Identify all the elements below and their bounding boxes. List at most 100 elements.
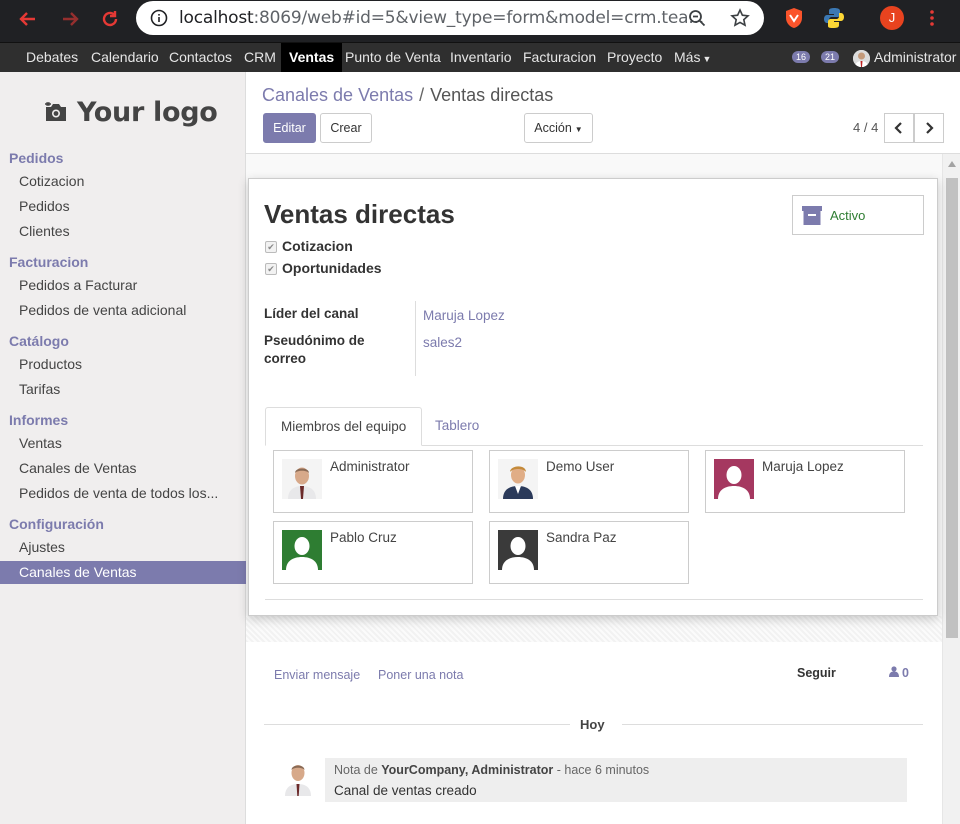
followers-count: 0 — [902, 666, 909, 680]
sidebar-item-canales-de-ventas[interactable]: Canales de Ventas — [0, 561, 246, 584]
member-name: Maruja Lopez — [762, 459, 844, 474]
breadcrumb: Canales de Ventas / Ventas directas — [262, 85, 553, 106]
control-panel: Canales de Ventas / Ventas directas Editar… — [246, 72, 960, 154]
sidebar-item-tarifas[interactable]: Tarifas — [0, 378, 246, 401]
alias-label-line1: Pseudónimo de — [264, 333, 365, 348]
tab-tablero[interactable]: Tablero — [420, 407, 494, 446]
caret-down-icon: ▼ — [574, 125, 583, 134]
menu-facturacion[interactable]: Facturacion — [515, 43, 604, 72]
follow-button[interactable]: Seguir — [797, 666, 836, 680]
avatar — [498, 459, 538, 499]
vertical-scrollbar[interactable] — [942, 154, 960, 824]
scrollbar-thumb[interactable] — [946, 178, 958, 638]
edit-button[interactable]: Editar — [263, 113, 316, 143]
sidebar-item-ventas[interactable]: Ventas — [0, 432, 246, 455]
oportunidades-checkbox[interactable]: ✔ — [265, 263, 277, 275]
profile-initial: J — [880, 6, 904, 30]
sidebar: Your logo Pedidos Cotizacion Pedidos Cli… — [0, 72, 246, 824]
avatar — [498, 530, 538, 570]
member-name: Sandra Paz — [546, 530, 617, 545]
avatar — [282, 459, 322, 499]
back-arrow-icon[interactable] — [15, 6, 41, 32]
message-author-avatar[interactable] — [282, 758, 314, 796]
chevron-right-icon — [926, 122, 934, 134]
menu-mas-label: Más — [674, 49, 701, 65]
company-logo[interactable]: Your logo — [44, 94, 218, 130]
pager-value[interactable]: 4 / 4 — [853, 120, 878, 135]
menu-contactos[interactable]: Contactos — [161, 43, 240, 72]
zoom-icon[interactable] — [688, 9, 706, 27]
python-extension-icon[interactable] — [822, 6, 846, 30]
member-card[interactable]: Demo User — [489, 450, 689, 513]
user-menu[interactable]: Administrator — [874, 43, 956, 72]
leader-value[interactable]: Maruja Lopez — [423, 308, 505, 323]
brave-shield-icon[interactable] — [782, 6, 806, 30]
message-body: Canal de ventas creado — [334, 783, 477, 798]
member-card[interactable]: Maruja Lopez — [705, 450, 905, 513]
sidebar-item-pedidos-todos[interactable]: Pedidos de venta de todos los... — [0, 482, 246, 505]
tab-miembros-del-equipo[interactable]: Miembros del equipo — [265, 407, 423, 446]
sidebar-item-ajustes[interactable]: Ajustes — [0, 536, 246, 559]
member-card[interactable]: Pablo Cruz — [273, 521, 473, 584]
app-top-menu: Debates Calendario Contactos CRM Ventas … — [0, 42, 960, 72]
section-informes: Informes — [9, 412, 69, 428]
address-bar[interactable]: localhost:8069/web#id=5&view_type=form&m… — [136, 1, 764, 35]
cotizacion-checkbox[interactable]: ✔ — [265, 241, 277, 253]
profile-avatar[interactable]: J — [880, 6, 904, 30]
breadcrumb-current: Ventas directas — [430, 85, 554, 105]
section-catalogo: Catálogo — [9, 333, 69, 349]
user-avatar[interactable] — [853, 50, 870, 67]
menu-proyecto[interactable]: Proyecto — [599, 43, 670, 72]
message-prefix: Nota de — [334, 763, 378, 777]
pager-next-button[interactable] — [914, 113, 944, 143]
menu-punto-de-venta[interactable]: Punto de Venta — [337, 43, 449, 72]
chatter: Enviar mensaje Poner una nota Seguir 0 H… — [246, 642, 942, 824]
sidebar-item-pedidos[interactable]: Pedidos — [0, 195, 246, 218]
more-vert-icon[interactable] — [920, 6, 944, 30]
messages-badge[interactable]: 16 — [792, 51, 810, 63]
menu-crm[interactable]: CRM — [236, 43, 284, 72]
sidebar-item-productos[interactable]: Productos — [0, 353, 246, 376]
scroll-up-icon[interactable] — [948, 161, 956, 167]
menu-ventas[interactable]: Ventas — [281, 43, 343, 72]
log-note-button[interactable]: Poner una nota — [378, 668, 464, 682]
tab-content-divider — [265, 599, 923, 600]
caret-down-icon: ▼ — [702, 54, 712, 64]
breadcrumb-parent[interactable]: Canales de Ventas — [262, 85, 413, 105]
chat-badge[interactable]: 21 — [821, 51, 839, 63]
bookmark-star-icon[interactable] — [730, 8, 750, 28]
user-icon — [889, 666, 899, 677]
alias-value[interactable]: sales2 — [423, 335, 462, 350]
browser-toolbar: localhost:8069/web#id=5&view_type=form&m… — [0, 0, 960, 42]
menu-inventario[interactable]: Inventario — [442, 43, 519, 72]
avatar — [714, 459, 754, 499]
followers-button[interactable]: 0 — [889, 666, 909, 680]
sidebar-item-pedidos-venta-adicional[interactable]: Pedidos de venta adicional — [0, 299, 246, 322]
menu-mas[interactable]: Más ▼ — [666, 43, 719, 72]
forward-arrow-icon[interactable] — [57, 6, 83, 32]
form-sheet: Ventas directas Activo ✔ Cotizacion ✔ Op… — [248, 178, 938, 616]
message-author[interactable]: YourCompany, Administrator — [381, 763, 553, 777]
sheet-shadow-pattern — [246, 616, 942, 642]
action-label: Acción — [534, 121, 572, 135]
member-name: Demo User — [546, 459, 615, 474]
action-dropdown[interactable]: Acción ▼ — [524, 113, 593, 143]
pager-previous-button[interactable] — [884, 113, 914, 143]
sidebar-item-pedidos-a-facturar[interactable]: Pedidos a Facturar — [0, 274, 246, 297]
active-toggle-button[interactable]: Activo — [792, 195, 924, 235]
info-icon[interactable] — [150, 9, 168, 27]
menu-debates[interactable]: Debates — [18, 43, 86, 72]
sidebar-item-cotizacion[interactable]: Cotizacion — [0, 170, 246, 193]
create-button[interactable]: Crear — [320, 113, 372, 143]
menu-calendario[interactable]: Calendario — [83, 43, 167, 72]
sidebar-item-clientes[interactable]: Clientes — [0, 220, 246, 243]
send-message-button[interactable]: Enviar mensaje — [274, 668, 360, 682]
member-card[interactable]: Sandra Paz — [489, 521, 689, 584]
message-meta: Nota de YourCompany, Administrator - hac… — [334, 763, 649, 777]
leader-label: Líder del canal — [264, 306, 359, 321]
sidebar-item-canales-de-ventas-report[interactable]: Canales de Ventas — [0, 457, 246, 480]
reload-icon[interactable] — [97, 6, 123, 32]
member-card[interactable]: Administrator — [273, 450, 473, 513]
logo-text: Your logo — [77, 96, 218, 128]
chatter-message: Nota de YourCompany, Administrator - hac… — [325, 758, 907, 802]
